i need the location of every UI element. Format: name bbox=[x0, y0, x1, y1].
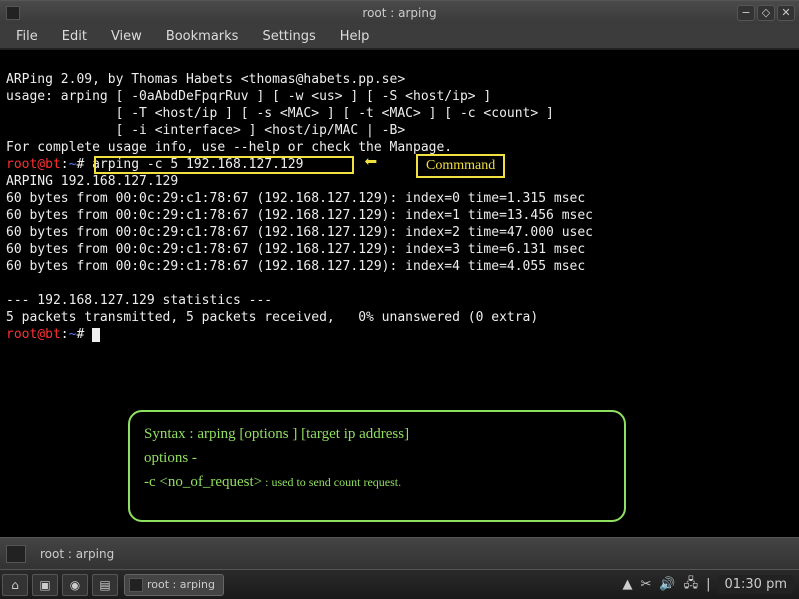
reply-line-1: 60 bytes from 00:0c:29:c1:78:67 (192.168… bbox=[6, 208, 593, 223]
menu-bookmarks[interactable]: Bookmarks bbox=[154, 25, 251, 48]
usage-line-2: [ -T <host/ip ] [ -s <MAC> ] [ -t <MAC> … bbox=[6, 106, 554, 121]
window-titlebar[interactable]: root : arping − ◇ ✕ bbox=[0, 0, 799, 24]
scissors-icon[interactable]: ✂ bbox=[641, 577, 652, 592]
banner-line: ARPing 2.09, by Thomas Habets <thomas@ha… bbox=[6, 72, 405, 87]
window-tab-bar: root : arping bbox=[0, 537, 799, 569]
tray-up-icon[interactable]: ▲ bbox=[623, 577, 633, 592]
usage-line-3: [ -i <interface> ] <host/ip/MAC | -B> bbox=[6, 123, 405, 138]
tray-separator: | bbox=[706, 577, 710, 592]
stats-summary: 5 packets transmitted, 5 packets receive… bbox=[6, 310, 538, 325]
reply-line-4: 60 bytes from 00:0c:29:c1:78:67 (192.168… bbox=[6, 259, 585, 274]
usage-line-1: usage: arping [ -0aAbdDeFpqrRuv ] [ -w <… bbox=[6, 89, 491, 104]
close-button[interactable]: ✕ bbox=[777, 5, 795, 21]
syntax-annotation-box: Syntax : arping [options ] [target ip ad… bbox=[128, 410, 626, 522]
prompt-user: root@bt bbox=[6, 157, 61, 172]
system-tray: ▲ ✂ 🔊 🖧 | 01:30 pm bbox=[623, 574, 799, 596]
help-line: For complete usage info, use --help or c… bbox=[6, 140, 452, 155]
command-label-box: Commmand bbox=[416, 154, 505, 178]
prompt-sep-2: : bbox=[61, 327, 69, 342]
start-menu-icon[interactable]: ⌂ bbox=[2, 574, 28, 596]
prompt-end: # bbox=[76, 157, 84, 172]
window-tab-title: root : arping bbox=[40, 547, 114, 561]
menu-help[interactable]: Help bbox=[328, 25, 382, 48]
reply-line-2: 60 bytes from 00:0c:29:c1:78:67 (192.168… bbox=[6, 225, 593, 240]
prompt-sep: : bbox=[61, 157, 69, 172]
arping-header: ARPING 192.168.127.129 bbox=[6, 174, 178, 189]
launcher-files-icon[interactable]: ▤ bbox=[92, 574, 118, 596]
reply-line-3: 60 bytes from 00:0c:29:c1:78:67 (192.168… bbox=[6, 242, 585, 257]
prompt-user-2: root@bt bbox=[6, 327, 61, 342]
minimize-button[interactable]: − bbox=[737, 5, 755, 21]
maximize-button[interactable]: ◇ bbox=[757, 5, 775, 21]
taskbar-task-arping[interactable]: root : arping bbox=[124, 574, 224, 596]
launcher-terminal-icon[interactable]: ▣ bbox=[32, 574, 58, 596]
menu-file[interactable]: File bbox=[4, 25, 50, 48]
command-text: arping -c 5 192.168.127.129 bbox=[92, 157, 303, 172]
prompt-end-2: # bbox=[76, 327, 84, 342]
task-terminal-icon bbox=[129, 578, 143, 592]
menubar: File Edit View Bookmarks Settings Help bbox=[0, 24, 799, 50]
cursor-icon bbox=[92, 328, 100, 342]
taskbar: ⌂ ▣ ◉ ▤ root : arping ▲ ✂ 🔊 🖧 | 01:30 pm bbox=[0, 569, 799, 599]
terminal-icon bbox=[6, 6, 20, 20]
syntax-line-1: Syntax : arping [options ] [target ip ad… bbox=[144, 422, 610, 446]
menu-view[interactable]: View bbox=[99, 25, 154, 48]
stats-header: --- 192.168.127.129 statistics --- bbox=[6, 293, 272, 308]
window-title: root : arping bbox=[362, 6, 436, 20]
volume-icon[interactable]: 🔊 bbox=[659, 577, 675, 592]
terminal-area[interactable]: ARPing 2.09, by Thomas Habets <thomas@ha… bbox=[0, 50, 799, 542]
menu-edit[interactable]: Edit bbox=[50, 25, 99, 48]
reply-line-0: 60 bytes from 00:0c:29:c1:78:67 (192.168… bbox=[6, 191, 585, 206]
network-icon[interactable]: 🖧 bbox=[684, 574, 699, 596]
syntax-option-c: -c <no_of_request> bbox=[144, 474, 262, 490]
terminal-tab-icon[interactable] bbox=[6, 545, 26, 563]
syntax-option-c-desc: : used to send count request. bbox=[262, 475, 401, 489]
task-title: root : arping bbox=[147, 578, 215, 591]
arrow-left-icon: ⬅ bbox=[364, 154, 377, 171]
menu-settings[interactable]: Settings bbox=[250, 25, 327, 48]
clock[interactable]: 01:30 pm bbox=[718, 575, 793, 594]
launcher-globe-icon[interactable]: ◉ bbox=[62, 574, 88, 596]
syntax-line-2: options - bbox=[144, 446, 610, 470]
